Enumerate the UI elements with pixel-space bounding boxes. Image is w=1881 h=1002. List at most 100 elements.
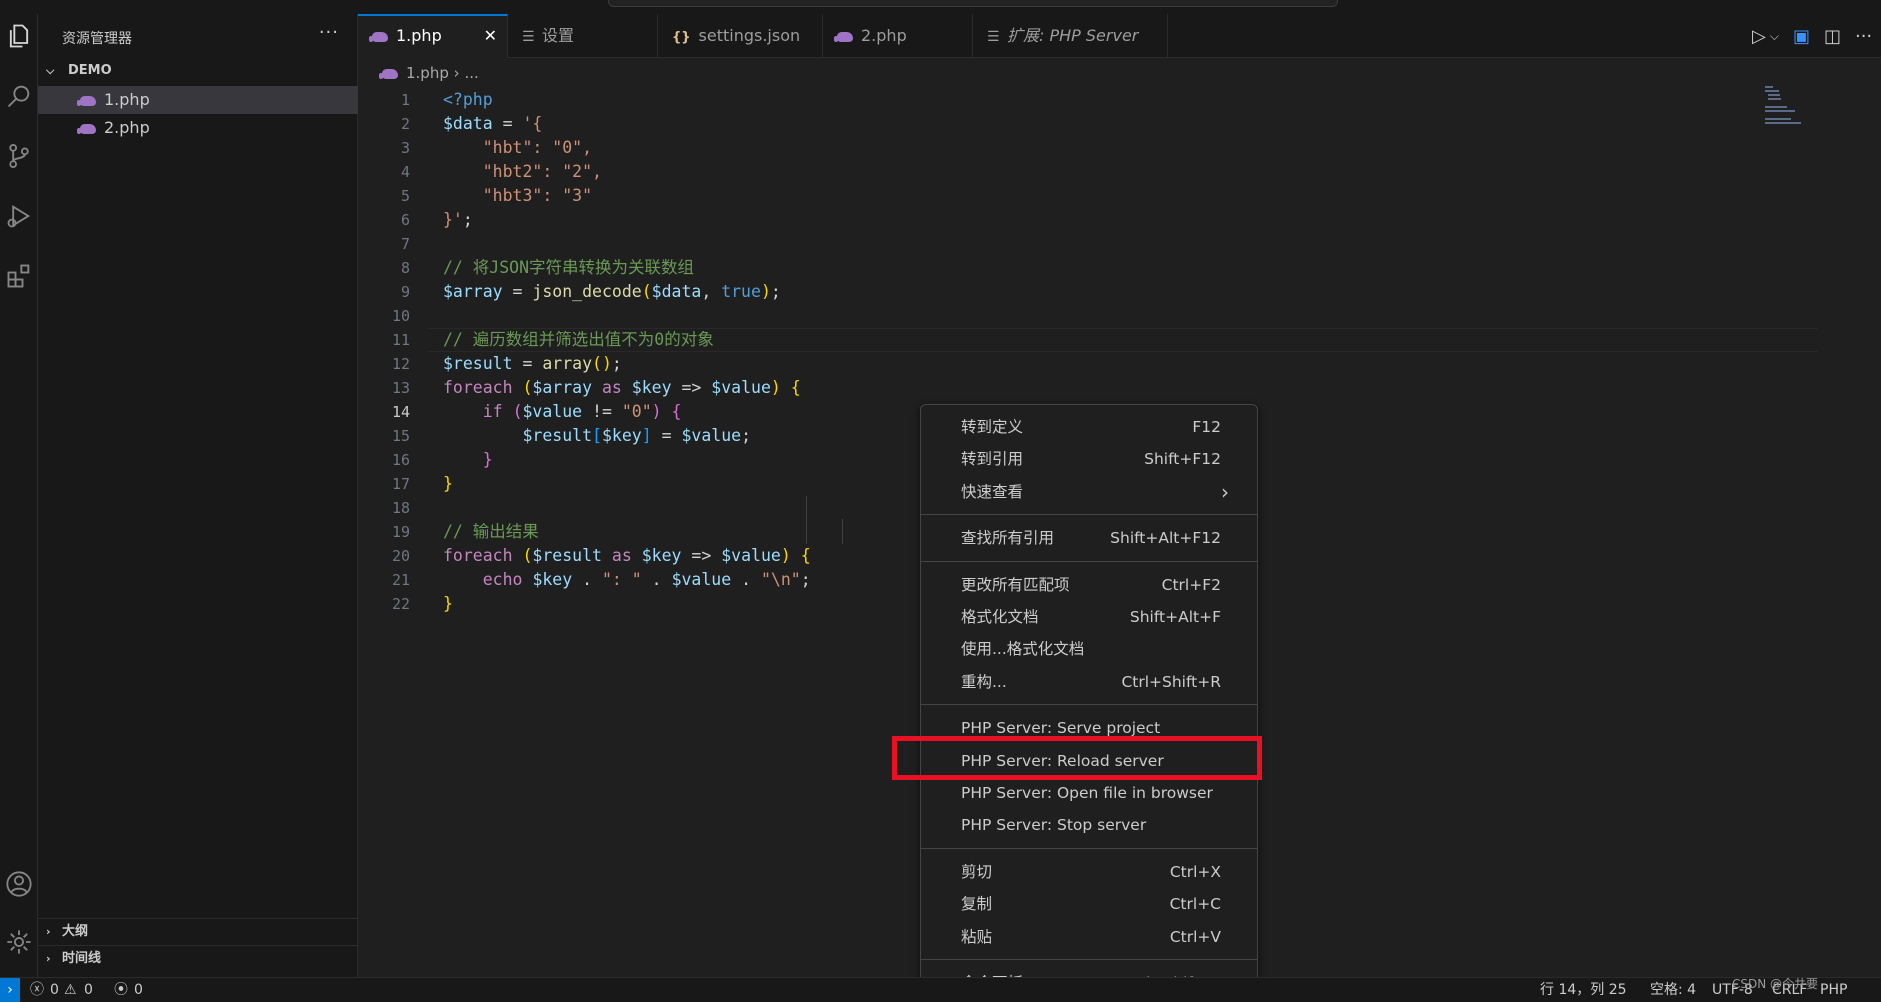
- ports-icon[interactable]: ⦿: [114, 978, 128, 1002]
- php-file-icon: [379, 68, 398, 79]
- account-icon[interactable]: [0, 862, 38, 906]
- menu-item-label: 复制: [961, 895, 993, 914]
- tab-1php[interactable]: 1.php ✕: [358, 14, 508, 58]
- line-number: 19: [391, 523, 410, 541]
- menu-item[interactable]: 转到定义 F12: [925, 411, 1253, 443]
- menu-item[interactable]: 格式化文档 Shift+Alt+F: [925, 601, 1253, 633]
- menu-item[interactable]: 使用...格式化文档: [925, 633, 1253, 665]
- code-line[interactable]: $data = '{: [443, 112, 542, 136]
- code-line[interactable]: <?php: [443, 88, 493, 112]
- settings-gear-icon[interactable]: [0, 920, 38, 964]
- file-item-1php[interactable]: 1.php: [38, 86, 358, 114]
- menu-item[interactable]: PHP Server: Open file in browser: [925, 777, 1253, 809]
- code-line[interactable]: }: [443, 448, 493, 472]
- code-line[interactable]: }: [443, 592, 453, 616]
- tab-settings-json[interactable]: {} settings.json: [658, 14, 823, 58]
- annotation-highlight-box: [892, 736, 1262, 780]
- activity-bar: [0, 14, 38, 977]
- line-number: 9: [400, 283, 410, 301]
- timeline-panel[interactable]: › 时间线: [38, 945, 358, 971]
- tab-extension-php-server[interactable]: ☰ 扩展: PHP Server: [973, 14, 1168, 58]
- file-label: 1.php: [104, 90, 150, 109]
- chevron-down-icon[interactable]: ⌵: [1770, 29, 1779, 44]
- more-actions-icon[interactable]: ···: [1855, 26, 1872, 47]
- menu-item[interactable]: 转到引用 Shift+F12: [925, 443, 1253, 475]
- line-number: 5: [400, 187, 410, 205]
- indentation[interactable]: 空格: 4: [1650, 978, 1696, 1002]
- search-icon[interactable]: [0, 74, 38, 118]
- code-line[interactable]: // 输出结果: [443, 520, 539, 544]
- panel-label: 大纲: [62, 924, 89, 939]
- code-line[interactable]: if ($value != "0") {: [443, 400, 682, 424]
- line-number: 4: [400, 163, 410, 181]
- line-number: 18: [391, 499, 410, 517]
- line-number: 15: [391, 427, 410, 445]
- explorer-icon[interactable]: [0, 14, 38, 58]
- run-icon[interactable]: ▷: [1752, 26, 1766, 47]
- tab-label: 1.php: [396, 26, 442, 45]
- menu-item[interactable]: 查找所有引用 Shift+Alt+F12: [925, 522, 1253, 554]
- breadcrumb-file[interactable]: 1.php: [406, 64, 449, 82]
- menu-item-label: 转到引用: [961, 450, 1024, 469]
- line-number: 8: [400, 259, 410, 277]
- code-line[interactable]: "hbt": "0",: [443, 136, 592, 160]
- source-control-icon[interactable]: [0, 134, 38, 178]
- code-line[interactable]: }';: [443, 208, 473, 232]
- menu-item[interactable]: 粘贴 Ctrl+V: [925, 921, 1253, 953]
- indent-guide: [842, 519, 843, 544]
- line-number: 1: [400, 91, 410, 109]
- tab-2php[interactable]: 2.php: [823, 14, 973, 58]
- menu-item[interactable]: PHP Server: Stop server: [925, 809, 1253, 841]
- code-line[interactable]: echo $key . ": " . $value . "\n";: [443, 568, 811, 592]
- split-editor-icon[interactable]: ◫: [1824, 26, 1841, 47]
- menu-item[interactable]: 重构... Ctrl+Shift+R: [925, 666, 1253, 698]
- code-line[interactable]: foreach ($result as $key => $value) {: [443, 544, 811, 568]
- error-count[interactable]: 0: [50, 978, 59, 1002]
- breadcrumb-rest[interactable]: ...: [464, 64, 478, 82]
- menu-item[interactable]: 复制 Ctrl+C: [925, 888, 1253, 920]
- folder-demo[interactable]: ⌵ DEMO: [38, 60, 358, 82]
- outline-panel[interactable]: › 大纲: [38, 918, 358, 944]
- json-braces-icon: {}: [672, 30, 691, 45]
- menu-item-label: 查找所有引用: [961, 529, 1055, 548]
- menu-separator: [921, 847, 1257, 849]
- ports-count[interactable]: 0: [134, 978, 143, 1002]
- extensions-icon[interactable]: [0, 254, 38, 298]
- code-line[interactable]: "hbt3": "3": [443, 184, 592, 208]
- remote-indicator-icon[interactable]: ›: [0, 978, 20, 1002]
- tab-label: settings.json: [698, 26, 801, 45]
- line-number: 2: [400, 115, 410, 133]
- more-actions-icon[interactable]: ···: [319, 22, 339, 43]
- menu-item-label: PHP Server: Open file in browser: [961, 784, 1213, 802]
- language-mode[interactable]: PHP: [1820, 978, 1847, 1002]
- menu-item-label: PHP Server: Stop server: [961, 816, 1147, 835]
- tab-settings[interactable]: ☰ 设置: [508, 14, 658, 58]
- menu-item-label: PHP Server: Serve project: [961, 719, 1161, 738]
- code-line[interactable]: foreach ($array as $key => $value) {: [443, 376, 801, 400]
- code-line[interactable]: $result = array();: [443, 352, 622, 376]
- code-line[interactable]: "hbt2": "2",: [443, 160, 602, 184]
- chevron-right-icon: ›: [46, 952, 51, 965]
- cursor-position[interactable]: 行 14，列 25: [1540, 978, 1627, 1002]
- file-item-2php[interactable]: 2.php: [38, 114, 358, 142]
- code-line[interactable]: // 将JSON字符串转换为关联数组: [443, 256, 694, 280]
- php-server-icon[interactable]: ▣: [1793, 26, 1810, 47]
- menu-item-shortcut: Shift+Alt+F12: [1110, 529, 1221, 548]
- menu-item[interactable]: 剪切 Ctrl+X: [925, 856, 1253, 888]
- line-number: 20: [391, 547, 410, 565]
- errors-icon[interactable]: ⓧ: [30, 978, 44, 1002]
- code-line[interactable]: // 遍历数组并筛选出值不为0的对象: [443, 328, 714, 352]
- warning-icon[interactable]: ⚠: [64, 978, 77, 1002]
- command-center[interactable]: [608, 0, 1338, 7]
- menu-item-shortcut: Shift+F12: [1144, 450, 1221, 469]
- minimap[interactable]: [1765, 86, 1805, 130]
- code-line[interactable]: }: [443, 472, 453, 496]
- code-line[interactable]: $array = json_decode($data, true);: [443, 280, 781, 304]
- sidebar-title: 资源管理器: [62, 31, 132, 47]
- run-debug-icon[interactable]: [0, 194, 38, 238]
- menu-item[interactable]: 快速查看 ›: [925, 476, 1253, 508]
- code-line[interactable]: $result[$key] = $value;: [443, 424, 751, 448]
- warning-count[interactable]: 0: [84, 978, 93, 1002]
- menu-item[interactable]: 更改所有匹配项 Ctrl+F2: [925, 569, 1253, 601]
- close-tab-icon[interactable]: ✕: [484, 16, 497, 56]
